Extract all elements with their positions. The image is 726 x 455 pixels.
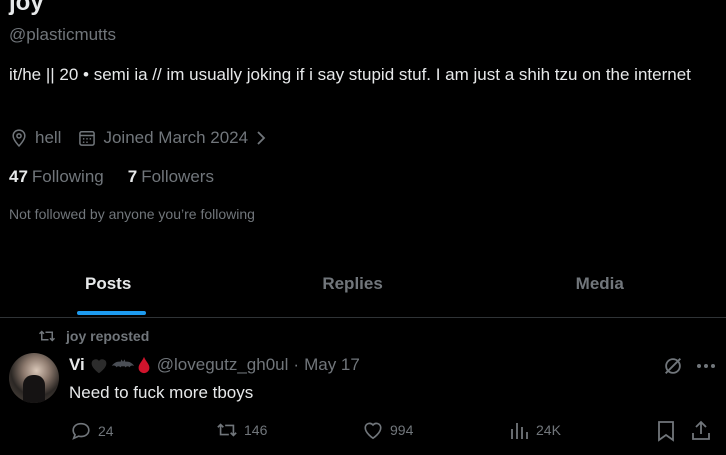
reply-button[interactable]: 24: [70, 420, 114, 442]
profile-page: joy @plasticmutts it/he || 20 • semi ia …: [0, 0, 726, 455]
like-button[interactable]: 994: [362, 420, 413, 440]
bookmark-icon: [658, 421, 674, 442]
following-link[interactable]: 47 Following: [9, 166, 104, 188]
more-options-icon[interactable]: [695, 356, 717, 376]
analytics-icon: [511, 423, 528, 439]
post-author-name[interactable]: Vi: [69, 354, 85, 376]
followers-label: Followers: [141, 167, 214, 186]
post-author-handle[interactable]: @lovegutz_gh0ul: [157, 354, 289, 376]
separator-dot: ·: [293, 355, 300, 374]
profile-meta: hell Joined March 2024: [9, 127, 284, 149]
views-count: 24K: [536, 422, 561, 438]
calendar-icon: [79, 131, 96, 146]
repost-icon: [38, 330, 56, 342]
tab-posts-label: Posts: [85, 273, 132, 293]
profile-display-name: joy: [9, 0, 44, 16]
repost-icon: [217, 423, 237, 437]
follow-stats: 47 Following 7 Followers: [9, 166, 238, 188]
active-tab-indicator: [77, 311, 146, 315]
following-label: Following: [31, 167, 104, 186]
profile-tabs: Posts Replies Media: [0, 250, 726, 318]
views-button[interactable]: 24K: [510, 420, 561, 440]
mutual-followers-note: Not followed by anyone you’re following: [9, 206, 255, 222]
followers-link[interactable]: 7 Followers: [128, 166, 214, 188]
profile-handle: @plasticmutts: [9, 25, 117, 44]
reply-icon: [72, 422, 90, 440]
repost-by-text[interactable]: joy reposted: [66, 328, 149, 344]
joined-text: Joined March 2024: [103, 128, 249, 147]
share-icon: [692, 420, 710, 440]
bookmark-button[interactable]: [656, 420, 682, 442]
location-item: hell: [9, 128, 61, 148]
repost-button[interactable]: 146: [216, 420, 267, 440]
joined-item: Joined March 2024: [77, 128, 268, 148]
post-date[interactable]: May 17: [304, 354, 360, 376]
tab-replies[interactable]: Replies: [235, 250, 472, 317]
heart-icon: [364, 422, 382, 440]
like-count: 994: [390, 422, 414, 438]
followers-count: 7: [127, 167, 138, 186]
reply-count: 24: [98, 423, 114, 439]
blood-drop-icon: [137, 356, 151, 374]
following-count: 47: [9, 167, 28, 186]
location-pin-icon: [12, 129, 26, 147]
post-header: Vi @lovegutz_gh0ul · May 17: [69, 354, 360, 376]
black-heart-icon: [89, 356, 109, 374]
post-actions: 24 146 994 24K: [0, 420, 726, 448]
post-text: Need to fuck more tboys: [69, 383, 254, 402]
tab-media[interactable]: Media: [473, 250, 726, 317]
location-text: hell: [35, 128, 62, 147]
profile-bio: it/he || 20 • semi ia // im usually joki…: [9, 65, 691, 84]
avatar[interactable]: [9, 353, 59, 403]
tab-media-label: Media: [575, 273, 624, 293]
bat-icon: [111, 357, 135, 373]
grok-icon[interactable]: [662, 355, 684, 377]
chevron-right-icon[interactable]: [254, 129, 268, 147]
tab-replies-label: Replies: [322, 273, 383, 293]
tab-posts[interactable]: Posts: [0, 250, 235, 317]
repost-context: joy reposted: [38, 328, 149, 344]
share-button[interactable]: [690, 420, 718, 442]
repost-count: 146: [244, 422, 268, 438]
